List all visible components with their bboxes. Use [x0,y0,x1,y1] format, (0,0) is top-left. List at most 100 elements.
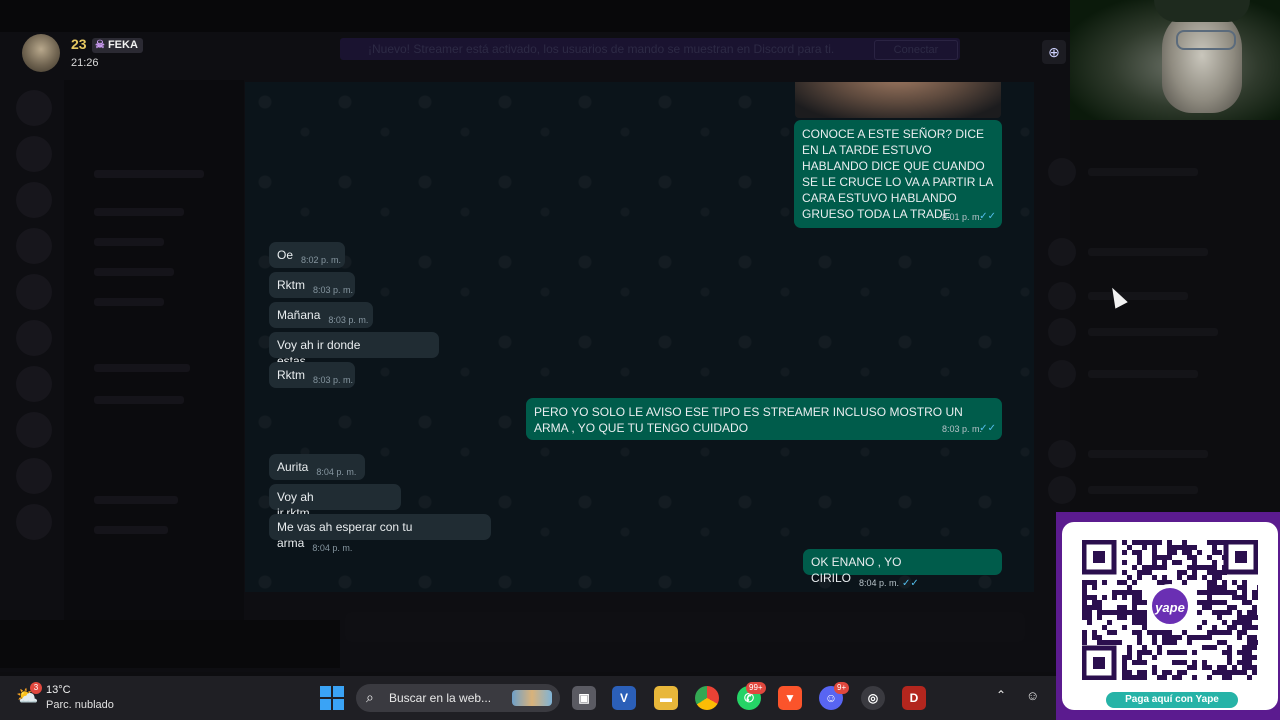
server-icon[interactable] [16,458,52,494]
taskbar-search[interactable]: ⌕ Buscar en la web... [356,684,560,712]
visual-studio-icon[interactable]: V [612,686,636,710]
qr-module [1212,585,1217,590]
qr-module [1207,630,1212,635]
qr-module [1172,650,1177,655]
member-avatar[interactable] [1048,238,1076,266]
qr-module [1192,635,1197,640]
qr-module [1222,590,1227,595]
qr-module [1242,645,1247,650]
windows-start-icon[interactable] [320,686,344,710]
qr-module [1152,665,1157,670]
task-view-icon[interactable]: ▣ [572,686,596,710]
zoom-icon[interactable]: ⊕ [1042,40,1066,64]
qr-module [1202,575,1207,580]
server-icon[interactable] [16,182,52,218]
member-avatar[interactable] [1048,318,1076,346]
incoming-message[interactable]: Voy ah ir donde estas8:03 p. m. [269,332,439,371]
qr-module [1207,675,1212,680]
server-icon[interactable] [16,90,52,126]
server-icon[interactable] [16,136,52,172]
outgoing-message[interactable]: CONOCE A ESTE SEÑOR? DICE EN LA TARDE ES… [794,120,1002,228]
qr-module [1087,610,1092,615]
member-avatar[interactable] [1048,360,1076,388]
qr-module [1112,610,1117,615]
qr-module [1122,605,1127,610]
channel-row[interactable] [94,298,164,306]
qr-module [1202,565,1207,570]
server-icon[interactable] [16,412,52,448]
chrome-icon[interactable] [695,686,719,710]
qr-module [1132,610,1137,615]
server-icon[interactable] [16,228,52,264]
member-row[interactable] [1088,248,1208,256]
incoming-message[interactable]: Oe 8:02 p. m. [269,242,345,268]
incoming-message[interactable]: Rktm 8:03 p. m. [269,272,355,298]
channel-row[interactable] [94,170,204,178]
member-avatar[interactable] [1048,282,1076,310]
member-row[interactable] [1088,486,1198,494]
file-explorer-icon[interactable]: ▬ [654,686,678,710]
qr-module [1087,620,1092,625]
qr-module [1107,630,1112,635]
message-text: Rktm [277,368,305,382]
channel-row[interactable] [94,396,184,404]
member-avatar[interactable] [1048,440,1076,468]
qr-module [1127,645,1132,650]
member-avatar[interactable] [1048,158,1076,186]
incoming-message[interactable]: Me vas ah esperar con tu arma 8:04 p. m. [269,514,491,553]
qr-module [1207,605,1212,610]
incoming-message[interactable]: Rktm 8:03 p. m. [269,362,355,388]
weather-description[interactable]: Parc. nublado [46,699,114,711]
server-icon[interactable] [16,274,52,310]
qr-module [1242,670,1247,675]
qr-module [1207,580,1212,585]
qr-module [1192,675,1197,680]
qr-module [1142,570,1147,575]
qr-module [1217,665,1222,670]
qr-module [1237,630,1242,635]
member-row[interactable] [1088,292,1188,300]
outgoing-message[interactable]: OK ENANO , YO CIRILO 8:04 p. m. ✓✓ [803,549,1002,589]
qr-module [1257,585,1258,590]
tray-discord-icon[interactable]: ☺ [1026,688,1039,703]
incoming-message[interactable]: Aurita 8:04 p. m. [269,454,365,480]
background-message-input[interactable] [345,612,1025,642]
channel-row[interactable] [94,208,184,216]
weather-temperature[interactable]: 13°C [46,684,71,696]
channel-row[interactable] [94,238,164,246]
member-row[interactable] [1088,168,1198,176]
dota-icon[interactable]: D [902,686,926,710]
qr-module [1222,580,1227,585]
shared-photo[interactable] [795,82,1001,118]
tray-chevron-up-icon[interactable]: ⌃ [996,688,1006,702]
outgoing-message[interactable]: PERO YO SOLO LE AVISO ESE TIPO ES STREAM… [526,398,1002,440]
incoming-message[interactable]: Mañana 8:03 p. m. [269,302,373,328]
obs-icon[interactable]: ◎ [861,686,885,710]
qr-module [1122,625,1127,630]
qr-module [1187,665,1192,670]
channel-row[interactable] [94,364,190,372]
qr-module [1137,675,1142,680]
server-icon[interactable] [16,504,52,540]
member-row[interactable] [1088,450,1208,458]
message-time: 8:03 p. m. [941,424,982,434]
channel-list [64,80,244,660]
qr-module [1202,635,1207,640]
member-row[interactable] [1088,328,1218,336]
member-avatar[interactable] [1048,476,1076,504]
qr-module [1167,555,1172,560]
incoming-message[interactable]: Voy ah ir.rktm8:04 p. m. [269,484,401,523]
brave-icon[interactable]: ▼ [778,686,802,710]
server-icon[interactable] [16,366,52,402]
search-placeholder: Buscar en la web... [389,691,492,705]
qr-module [1137,660,1142,665]
server-icon[interactable] [16,320,52,356]
member-row[interactable] [1088,370,1198,378]
qr-module [1082,605,1087,610]
channel-row[interactable] [94,496,178,504]
channel-row[interactable] [94,526,168,534]
background-banner-button[interactable]: Conectar [874,40,958,60]
qr-module [1137,570,1142,575]
channel-row[interactable] [94,268,174,276]
qr-module [1207,635,1212,640]
